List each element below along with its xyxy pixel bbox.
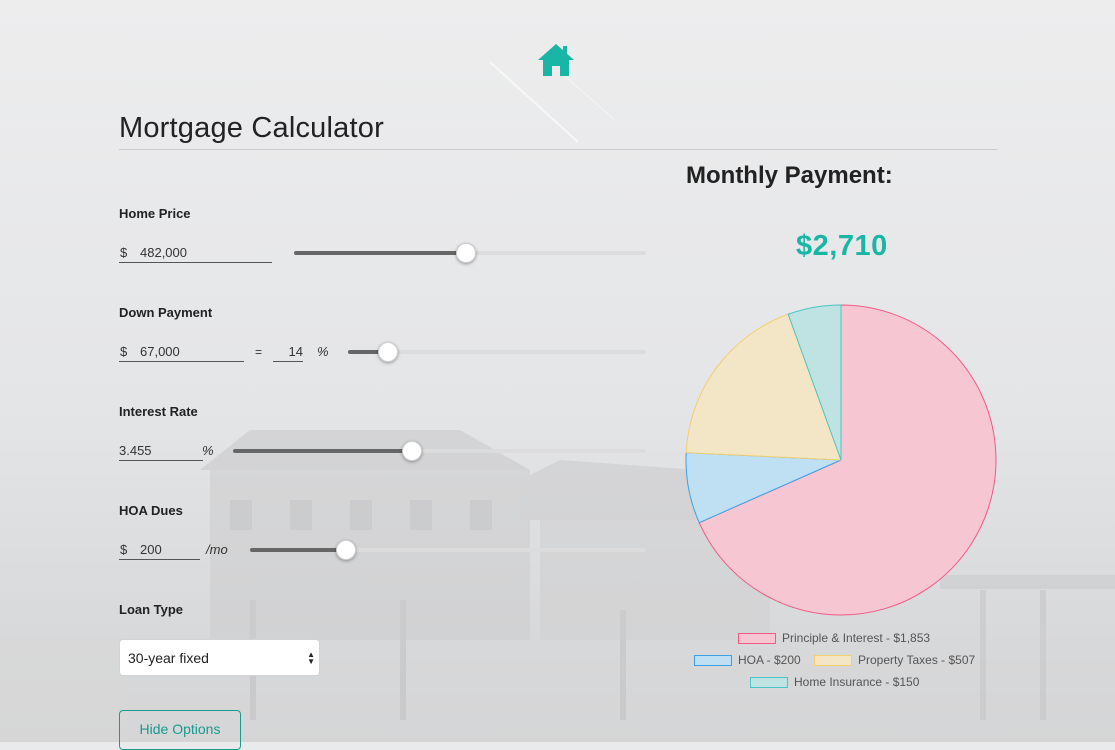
- interest-rate-label: Interest Rate: [119, 404, 198, 419]
- legend-item-home-insurance: Home Insurance - $150: [750, 675, 919, 689]
- per-month-label: /mo: [206, 542, 228, 557]
- interest-rate-input[interactable]: [119, 442, 203, 461]
- legend-label: Home Insurance - $150: [794, 675, 920, 689]
- legend-item-principal: Principle & Interest - $1,853: [738, 631, 930, 645]
- equals-sign: =: [255, 345, 263, 359]
- slider-thumb[interactable]: [336, 540, 357, 560]
- legend-label: Principle & Interest - $1,853: [782, 631, 931, 645]
- home-price-input[interactable]: [119, 244, 272, 263]
- loan-type-selected: 30-year fixed: [128, 650, 209, 666]
- percent-symbol: %: [317, 344, 329, 359]
- slider-thumb[interactable]: [377, 342, 398, 362]
- loan-type-select[interactable]: 30-year fixed ▲ ▼: [119, 639, 320, 676]
- legend-swatch: [750, 677, 788, 688]
- home-price-label: Home Price: [119, 206, 191, 221]
- select-arrows-icon: ▲ ▼: [307, 650, 315, 666]
- slider-fill: [294, 251, 465, 255]
- hide-options-button[interactable]: Hide Options: [119, 710, 241, 750]
- payment-pie-chart: [685, 304, 997, 616]
- hoa-dues-label: HOA Dues: [119, 503, 183, 518]
- percent-symbol: %: [202, 443, 214, 458]
- down-payment-slider[interactable]: [348, 342, 646, 362]
- down-payment-input[interactable]: [119, 343, 244, 362]
- down-payment-percent-input[interactable]: [273, 343, 303, 362]
- page-title: Mortgage Calculator: [119, 112, 384, 144]
- slider-fill: [250, 548, 346, 552]
- home-price-slider[interactable]: [294, 243, 646, 263]
- down-payment-label: Down Payment: [119, 305, 213, 320]
- legend-swatch: [694, 655, 732, 666]
- interest-rate-slider[interactable]: [233, 441, 646, 461]
- legend-label: Property Taxes - $507: [858, 653, 976, 667]
- slider-thumb[interactable]: [401, 441, 422, 461]
- hoa-dues-slider[interactable]: [250, 540, 646, 560]
- home-icon[interactable]: [536, 42, 576, 78]
- title-divider: [119, 149, 997, 150]
- hoa-dues-input[interactable]: [119, 541, 200, 560]
- legend-swatch: [814, 655, 852, 666]
- monthly-payment-amount: $2,710: [796, 230, 888, 262]
- loan-type-label: Loan Type: [119, 602, 184, 617]
- legend-label: HOA - $200: [738, 653, 801, 667]
- legend-item-hoa: HOA - $200: [694, 653, 801, 667]
- monthly-payment-label: Monthly Payment:: [686, 162, 893, 189]
- slider-fill: [233, 449, 411, 453]
- slider-thumb[interactable]: [455, 243, 476, 263]
- legend-item-property-taxes: Property Taxes - $507: [814, 653, 975, 667]
- legend-swatch: [738, 633, 776, 644]
